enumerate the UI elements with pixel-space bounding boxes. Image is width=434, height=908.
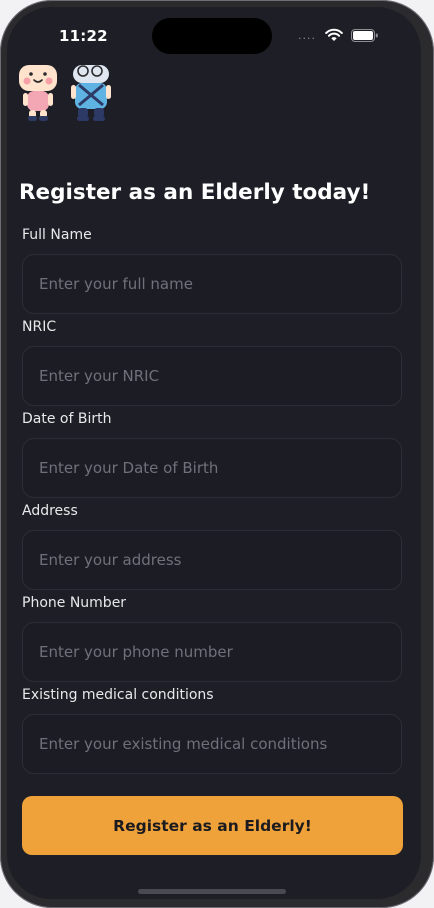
date-of-birth-input[interactable] [22,438,402,498]
page-title: Register as an Elderly today! [19,180,371,205]
medical-conditions-label: Existing medical conditions [22,687,214,703]
boy-avatar-icon [71,65,111,121]
wifi-icon [325,28,343,41]
home-indicator[interactable] [138,889,286,894]
cellular-signal-icon: .... [298,29,316,42]
girl-avatar-icon [19,65,57,121]
nric-input[interactable] [22,346,402,406]
address-label: Address [22,503,78,519]
status-time: 11:22 [59,27,108,45]
full-name-label: Full Name [22,227,92,243]
battery-icon [351,29,378,42]
app-screen: 11:22 .... Register as an Elderly today!… [7,7,421,899]
medical-conditions-input[interactable] [22,714,402,774]
phone-frame: 11:22 .... Register as an Elderly today!… [0,0,434,908]
phone-number-label: Phone Number [22,595,127,611]
phone-number-input[interactable] [22,622,402,682]
date-of-birth-label: Date of Birth [22,411,112,427]
address-input[interactable] [22,530,402,590]
register-button[interactable]: Register as an Elderly! [22,796,403,855]
dynamic-island [152,18,272,54]
nric-label: NRIC [22,319,57,335]
full-name-input[interactable] [22,254,402,314]
elderly-avatars-icon [19,65,111,121]
